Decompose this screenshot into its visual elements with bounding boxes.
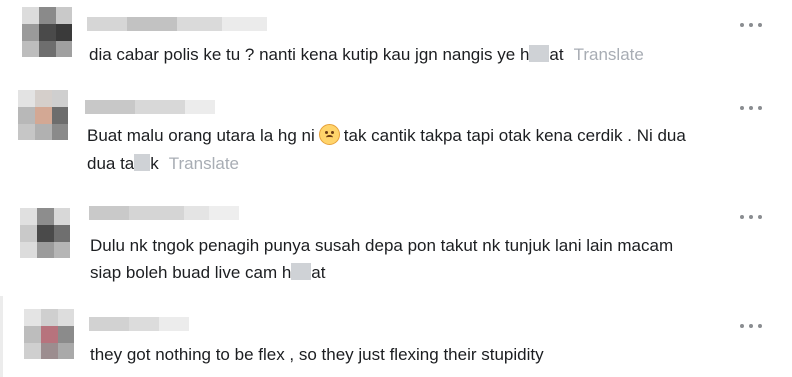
more-options-icon[interactable] [740, 320, 762, 332]
author-name[interactable] [89, 317, 189, 331]
author-name[interactable] [85, 100, 215, 114]
more-options-icon[interactable] [740, 19, 762, 31]
comment-text: Buat malu orang utara la hg ni tak cantik… [87, 122, 686, 178]
comment-body: they got nothing to be flex , so they ju… [90, 345, 544, 364]
comment-line-1: Buat malu orang utara la hg ni tak cantik… [87, 122, 686, 150]
comment-body: Buat malu orang utara la hg ni [87, 126, 315, 145]
comment-item: Dulu nk tngok penagih punya susah depa p… [0, 196, 792, 296]
translate-link[interactable]: Translate [169, 154, 239, 173]
comment-item: Buat malu orang utara la hg ni tak cantik… [0, 90, 792, 196]
avatar[interactable] [22, 7, 72, 57]
author-name[interactable] [89, 206, 239, 220]
comment-text: they got nothing to be flex , so they ju… [90, 341, 544, 368]
redacted-blur [134, 154, 151, 171]
comment-text: Dulu nk tngok penagih punya susah depa p… [90, 232, 673, 286]
author-name[interactable] [87, 17, 267, 31]
redacted-blur [291, 263, 312, 280]
more-options-icon[interactable] [740, 102, 762, 114]
comment-item: they got nothing to be flex , so they ju… [0, 296, 792, 377]
translate-link[interactable]: Translate [574, 45, 644, 64]
comment-line-2: dua ta k Translate [87, 150, 686, 178]
comment-item: dia cabar polis ke tu ? nanti kena kutip… [0, 0, 792, 90]
comment-body-line2: dua ta [87, 154, 135, 173]
avatar[interactable] [20, 208, 70, 258]
comment-body-after-emoji: tak cantik takpa tapi otak kena cerdik .… [343, 126, 686, 145]
comment-body-line2-tail: at [311, 263, 326, 282]
comment-body-line2-tail: k [150, 154, 159, 173]
redacted-blur [529, 45, 550, 62]
more-options-icon[interactable] [740, 211, 762, 223]
comment-line-1: Dulu nk tngok penagih punya susah depa p… [90, 236, 674, 255]
comment-body-line2: siap boleh buad live cam h [90, 263, 292, 282]
pleading-face-icon [318, 124, 340, 145]
avatar[interactable] [24, 309, 74, 359]
avatar[interactable] [18, 90, 68, 140]
comment-text: dia cabar polis ke tu ? nanti kena kutip… [89, 41, 644, 68]
comment-body-tail: at [549, 45, 564, 64]
comment-line-2: siap boleh buad live cam h at [90, 259, 673, 286]
comment-body: dia cabar polis ke tu ? nanti kena kutip… [89, 45, 530, 64]
